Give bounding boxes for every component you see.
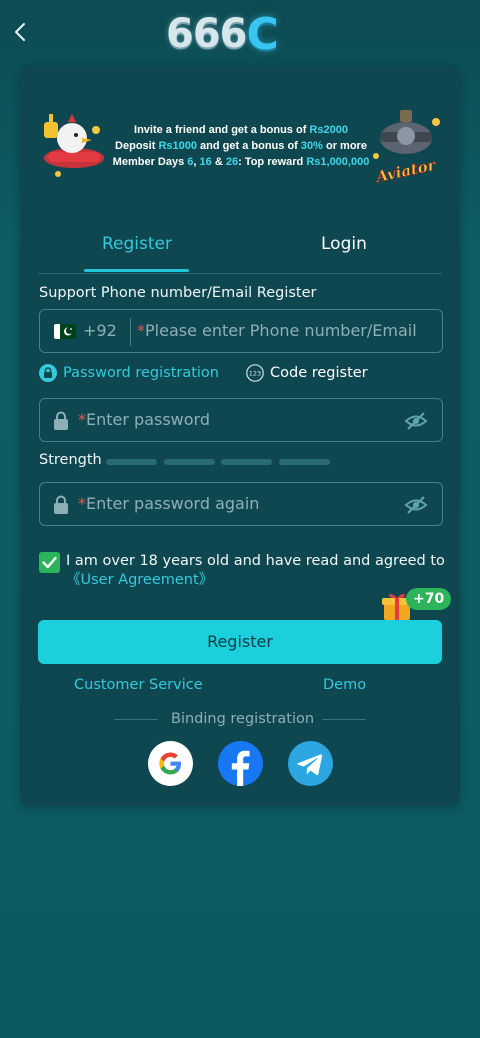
promo-line2-text-a: Deposit <box>115 140 159 152</box>
option-password-registration[interactable]: Password registration <box>39 364 219 382</box>
password-field[interactable]: *Enter password <box>39 398 443 442</box>
phone-placeholder-text: Please enter Phone number/Email <box>145 321 417 340</box>
promo-text: Invite a friend and get a bonus of Rs200… <box>106 122 376 170</box>
promo-line2-highlight-1: Rs1000 <box>158 140 197 152</box>
password-again-field[interactable]: *Enter password again <box>39 482 443 526</box>
code-123-icon: 123 <box>246 364 264 382</box>
country-code[interactable]: +92 <box>83 321 117 340</box>
strength-label: Strength <box>39 452 102 468</box>
field-divider <box>130 318 131 346</box>
lock-icon <box>54 495 68 514</box>
telegram-login-button[interactable] <box>288 741 333 786</box>
password-placeholder: *Enter password <box>78 410 210 429</box>
facebook-icon <box>231 750 250 786</box>
option-password-label: Password registration <box>63 365 219 381</box>
promo-line1-text: Invite a friend and get a bonus of <box>134 124 310 136</box>
agreement-text: I am over 18 years old and have read and… <box>66 552 446 590</box>
active-tab-indicator <box>84 269 189 272</box>
aviator-label: Aviator <box>373 156 438 186</box>
divider-line <box>114 719 158 720</box>
required-mark: * <box>78 494 86 513</box>
promo-line3-highlight-2: 16 <box>199 156 212 168</box>
strength-bar <box>279 459 330 465</box>
tab-register[interactable]: Register <box>102 234 172 254</box>
option-code-label: Code register <box>270 365 368 381</box>
phone-email-field[interactable]: +92 *Please enter Phone number/Email <box>39 309 443 353</box>
promo-line3-highlight-4: Rs1,000,000 <box>306 156 370 168</box>
binding-registration: Binding registration <box>114 710 366 730</box>
checkmark-icon <box>42 556 57 569</box>
required-mark: * <box>78 410 86 429</box>
promo-line3-text-a: Member Days <box>112 156 188 168</box>
divider-line <box>322 719 366 720</box>
tab-login[interactable]: Login <box>321 234 367 254</box>
facebook-login-button[interactable] <box>218 741 263 786</box>
strength-bar <box>106 459 157 465</box>
demo-link[interactable]: Demo <box>323 677 366 693</box>
phone-placeholder: *Please enter Phone number/Email <box>137 321 417 340</box>
promo-line2-text-c: or more <box>322 140 367 152</box>
agreement-row: I am over 18 years old and have read and… <box>39 551 446 591</box>
lock-icon <box>54 411 68 430</box>
strength-bar <box>164 459 215 465</box>
svg-text:123: 123 <box>249 370 261 378</box>
google-login-button[interactable] <box>148 741 193 786</box>
promo-line2-text-b: and get a bonus of <box>197 140 301 152</box>
aviator-game-icon: Aviator <box>366 106 446 187</box>
binding-label: Binding registration <box>171 711 315 727</box>
register-button[interactable]: Register <box>38 620 442 664</box>
chicken-mascot-icon <box>38 100 108 184</box>
agreement-statement: I am over 18 years old and have read and… <box>66 553 445 569</box>
user-agreement-link[interactable]: 《User Agreement》 <box>66 572 213 588</box>
google-icon <box>159 752 181 775</box>
customer-service-link[interactable]: Customer Service <box>74 677 203 693</box>
register-section-label: Support Phone number/Email Register <box>39 285 317 301</box>
promo-line2-highlight-2: 30% <box>300 140 323 152</box>
logo-letter: C <box>246 8 279 60</box>
strength-bar <box>221 459 272 465</box>
promo-line1-highlight: Rs2000 <box>309 124 348 136</box>
agree-checkbox[interactable] <box>39 552 60 573</box>
password-again-placeholder-text: Enter password again <box>86 494 260 513</box>
option-code-register[interactable]: 123 Code register <box>246 364 368 382</box>
top-bar: 666 C <box>0 0 480 66</box>
promo-line3-text-c: & <box>211 156 226 168</box>
eye-off-icon[interactable] <box>404 410 428 432</box>
password-again-placeholder: *Enter password again <box>78 494 259 513</box>
pakistan-flag-icon[interactable] <box>54 324 76 339</box>
eye-off-icon[interactable] <box>404 494 428 516</box>
promo-line3-highlight-3: 26 <box>225 156 239 168</box>
logo-number: 666 <box>166 11 247 57</box>
promo-line3-text-d: : Top reward <box>238 156 307 168</box>
lock-circle-icon <box>39 364 57 382</box>
bonus-badge: +70 <box>406 588 452 610</box>
password-placeholder-text: Enter password <box>86 410 210 429</box>
promo-banner[interactable]: Invite a friend and get a bonus of Rs200… <box>20 100 460 187</box>
auth-tabs: Register Login <box>38 226 442 274</box>
app-logo: 666 C <box>166 8 292 60</box>
registration-options: Password registration 123 Code register <box>39 364 443 386</box>
back-arrow-icon[interactable] <box>10 20 32 44</box>
required-mark: * <box>137 321 145 340</box>
telegram-icon <box>297 754 323 776</box>
